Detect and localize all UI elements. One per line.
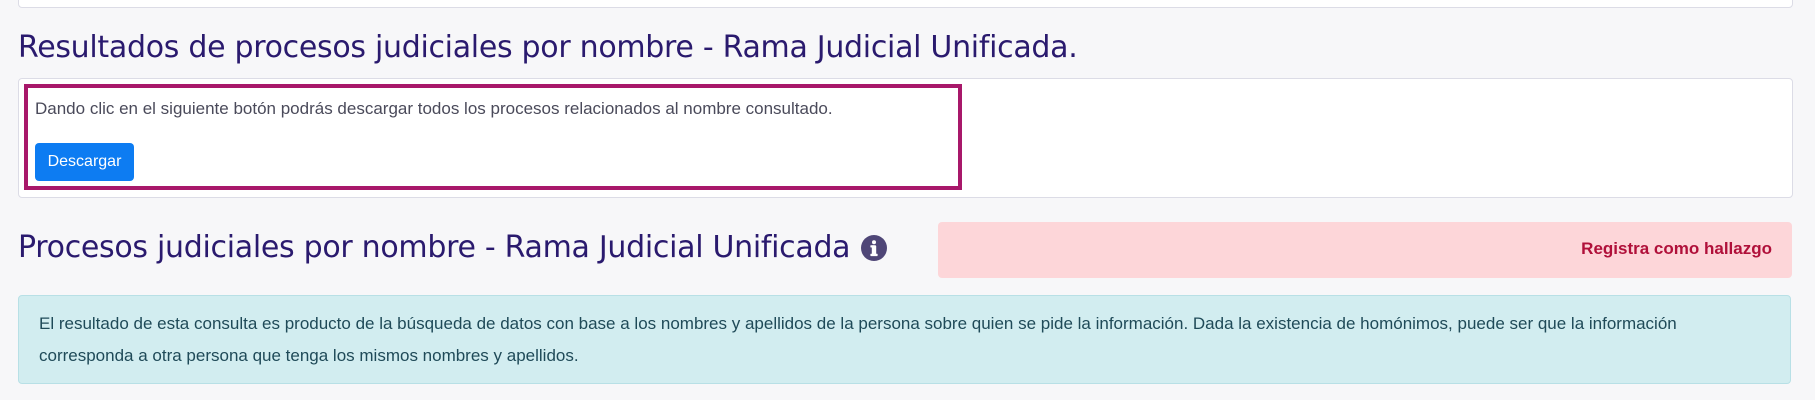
download-description: Dando clic en el siguiente botón podrás … [35,99,833,118]
previous-card [18,0,1793,8]
info-circle-icon[interactable] [860,234,888,262]
download-button[interactable]: Descargar [35,143,134,181]
homonym-notice-text: El resultado de esta consulta es product… [39,314,1677,365]
finding-status-panel: Registra como hallazgo [938,222,1792,278]
finding-status-text: Registra como hallazgo [1581,239,1772,258]
processes-section-title: Procesos judiciales por nombre - Rama Ju… [18,230,851,265]
page: Resultados de procesos judiciales por no… [0,0,1815,400]
processes-section-heading: Procesos judiciales por nombre - Rama Ju… [18,230,888,265]
results-section-title: Resultados de procesos judiciales por no… [18,30,1078,65]
homonym-notice: El resultado de esta consulta es product… [18,295,1791,384]
